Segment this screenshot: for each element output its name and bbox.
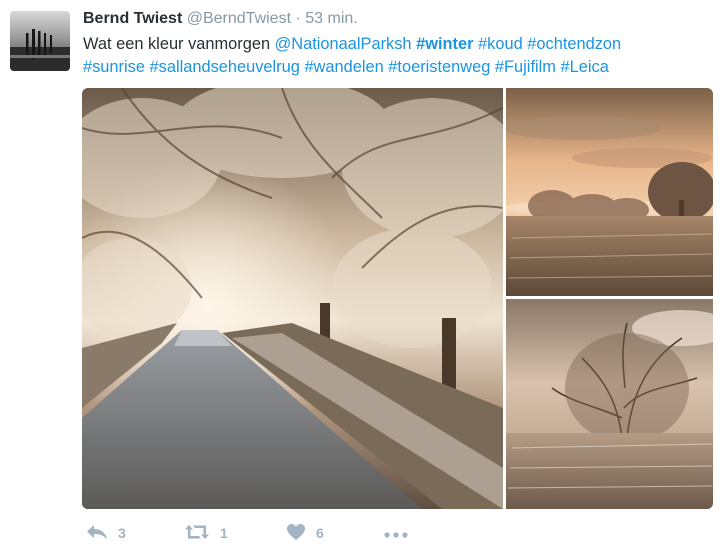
author-display-name[interactable]: Bernd Twiest	[83, 10, 182, 27]
hashtag-link[interactable]: #ochtendzon	[527, 35, 621, 53]
tweet: Bernd Twiest @BerndTwiest · 53 min. Wat …	[0, 0, 728, 553]
photo-sunrise-field[interactable]	[502, 88, 713, 296]
tweet-header: Bernd Twiest @BerndTwiest · 53 min.	[83, 9, 358, 31]
heart-icon	[286, 523, 306, 544]
tweet-text-lead: Wat een kleur vanmorgen	[83, 35, 271, 53]
hashtag-link[interactable]: #Leica	[561, 58, 609, 76]
hashtag-link[interactable]: #Fujifilm	[495, 58, 556, 76]
hashtag-link[interactable]: #koud	[478, 35, 523, 53]
reply-arrow-icon	[86, 524, 108, 543]
tweet-actions: 3 1 6	[82, 520, 582, 546]
hashtag-link[interactable]: #sallandseheuvelrug	[150, 58, 300, 76]
reply-button[interactable]: 3	[86, 520, 126, 546]
hashtag-link[interactable]: #wandelen	[304, 58, 383, 76]
media-grid	[82, 88, 713, 509]
meta-separator: ·	[295, 10, 301, 27]
hashtag-link[interactable]: #winter	[416, 35, 473, 53]
like-button[interactable]: 6	[286, 520, 324, 546]
photo-frosted-tree[interactable]	[506, 299, 713, 509]
hashtag-highlight: #winter	[416, 35, 474, 53]
tweet-text-line-1: Wat een kleur vanmorgen @NationaalParksh…	[83, 33, 713, 56]
author-handle[interactable]: @BerndTwiest	[187, 10, 291, 27]
tweet-timestamp[interactable]: 53 min.	[305, 10, 357, 27]
tweet-text: Wat een kleur vanmorgen @NationaalParksh…	[83, 33, 713, 78]
like-count: 6	[316, 525, 324, 541]
tweet-text-line-2: #sunrise #sallandseheuvelrug #wandelen #…	[83, 56, 713, 79]
more-button[interactable]	[384, 520, 408, 546]
avatar[interactable]	[10, 11, 70, 71]
retweet-icon	[184, 523, 210, 544]
ellipsis-icon	[384, 525, 408, 541]
retweet-button[interactable]: 1	[184, 520, 228, 546]
reply-count: 3	[118, 525, 126, 541]
photo-frosty-road[interactable]	[82, 88, 522, 509]
hashtag-link[interactable]: #sunrise	[83, 58, 145, 76]
retweet-count: 1	[220, 525, 228, 541]
mention-link[interactable]: @NationaalParksh	[275, 35, 412, 53]
hashtag-link[interactable]: #toeristenweg	[388, 58, 490, 76]
